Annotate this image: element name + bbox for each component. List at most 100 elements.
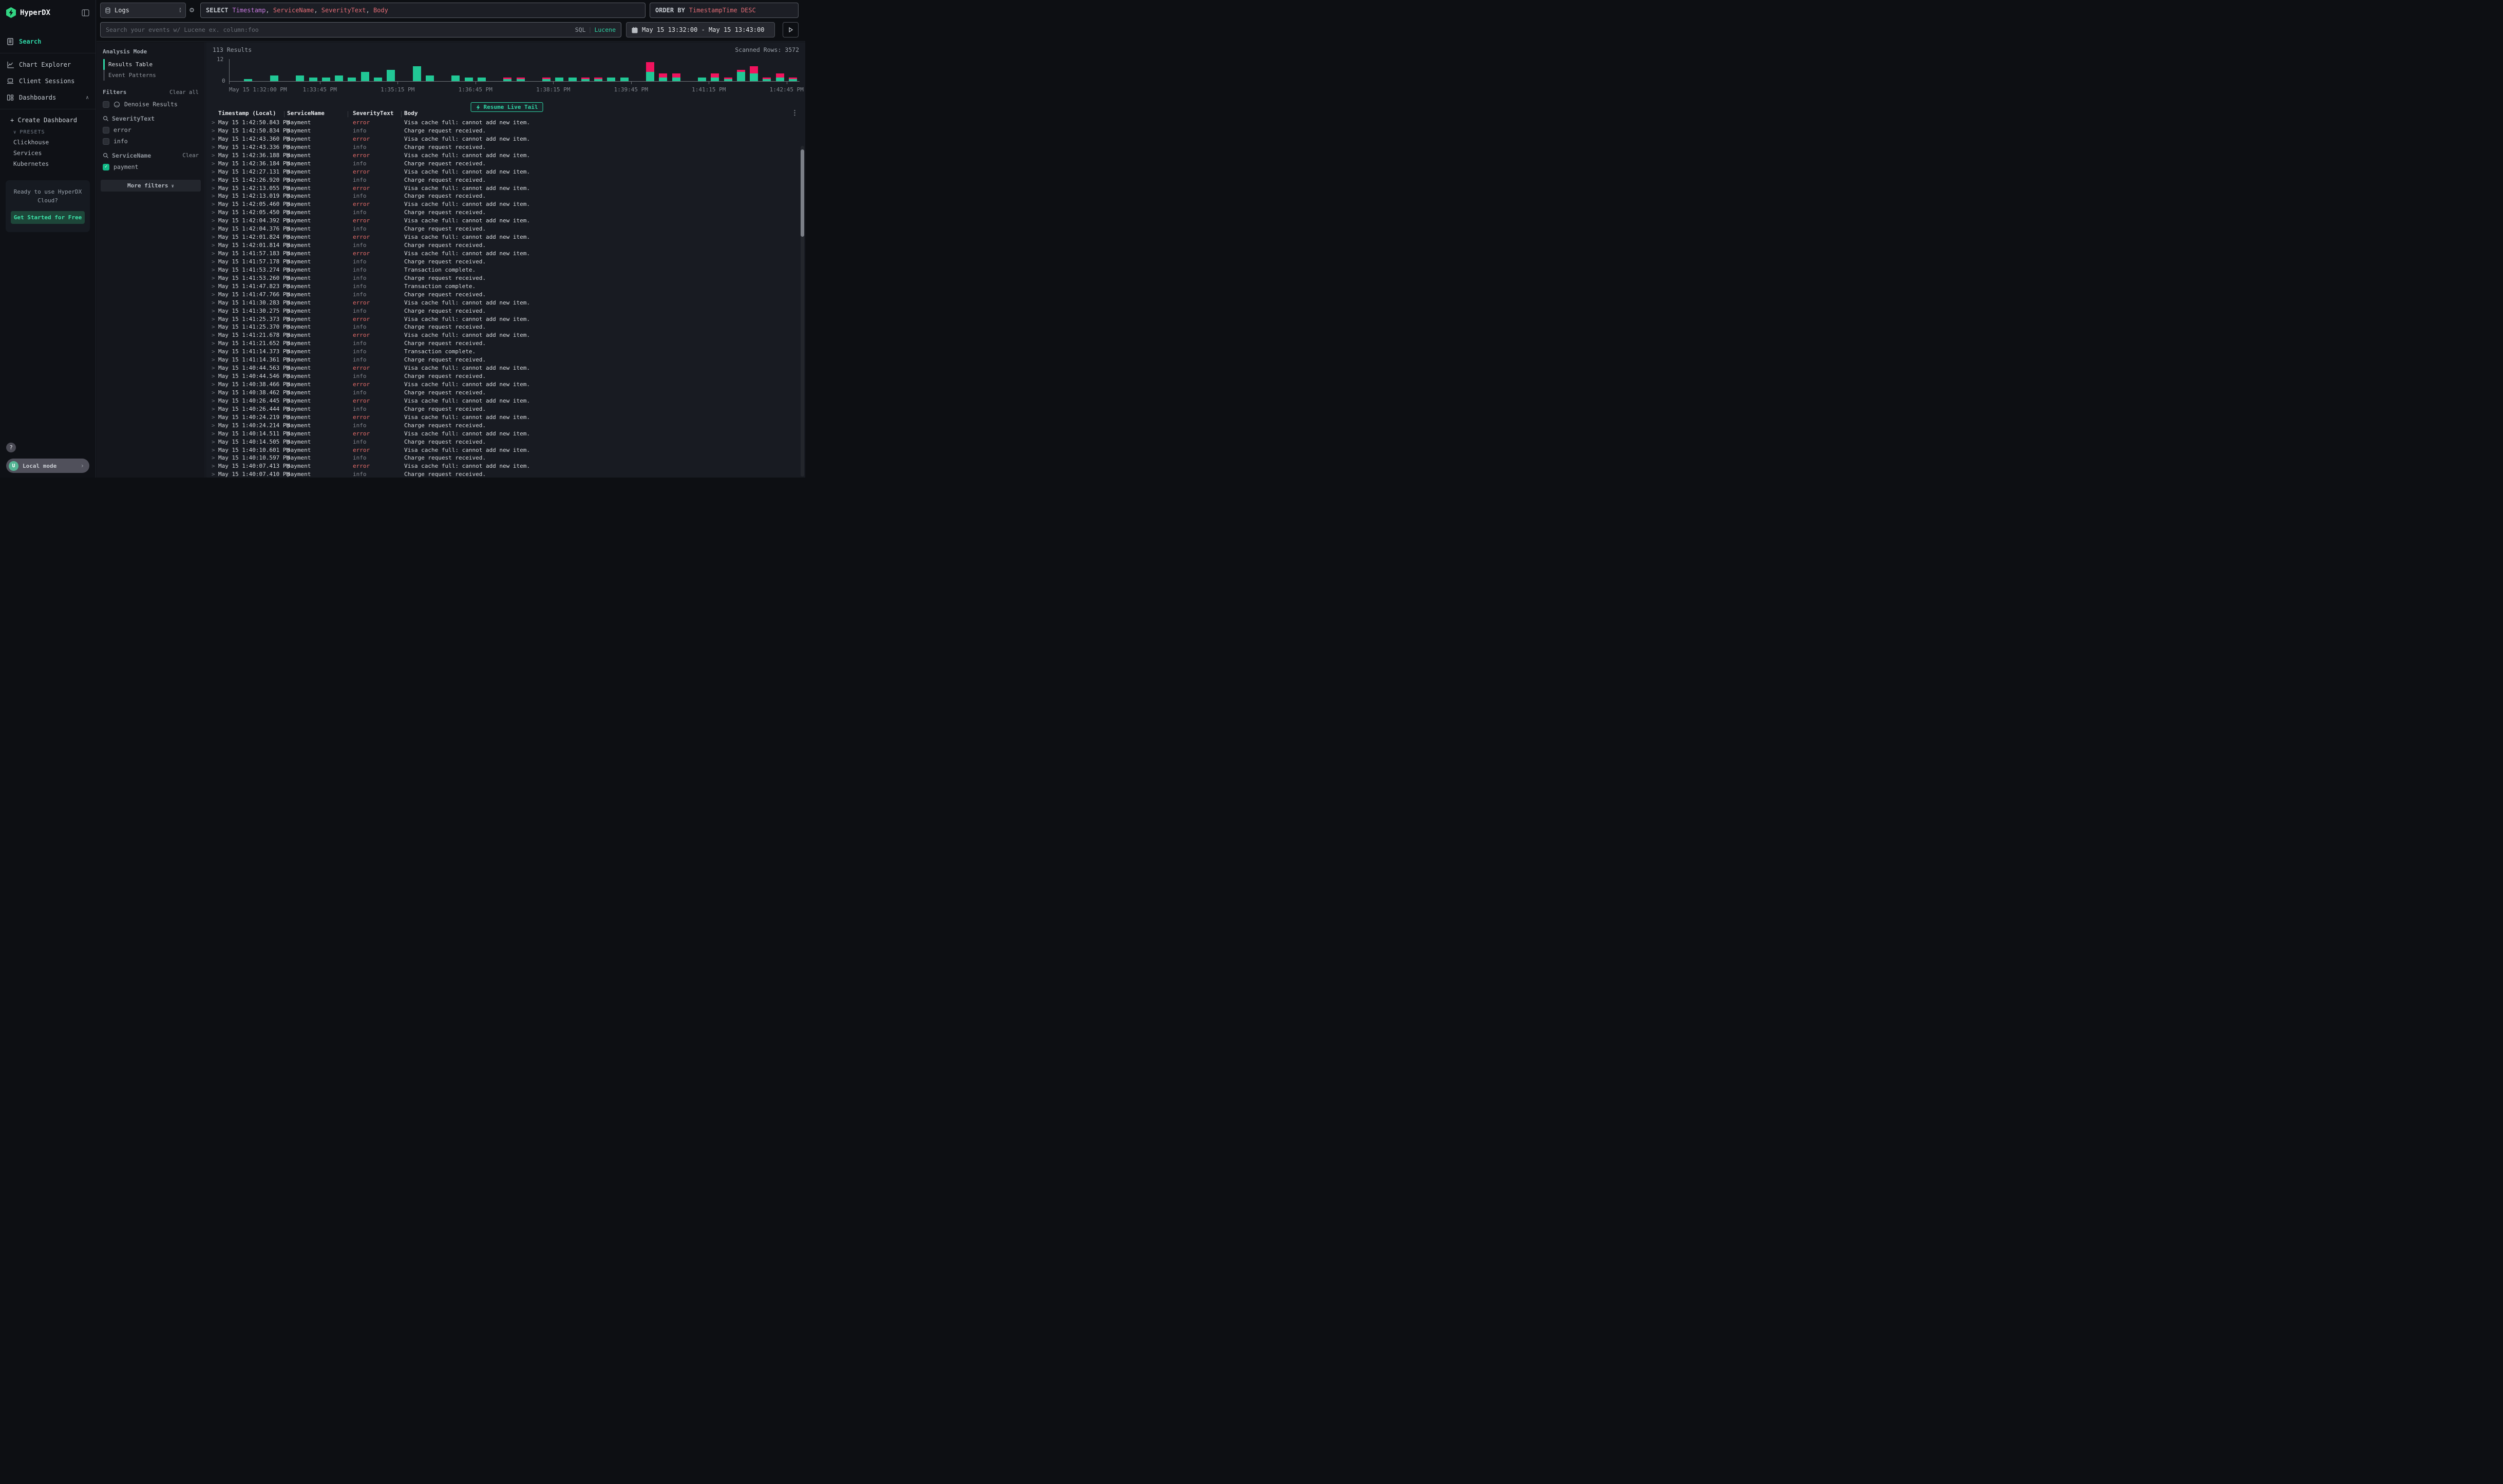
preset-item-clickhouse[interactable]: Clickhouse <box>0 137 96 147</box>
run-query-button[interactable] <box>783 22 799 37</box>
table-row[interactable]: >May 15 1:40:26.445 PMpaymenterrorVisa c… <box>206 397 799 405</box>
histogram-bar-ok[interactable] <box>296 75 304 81</box>
table-row[interactable]: >May 15 1:41:25.373 PMpaymenterrorVisa c… <box>206 315 799 324</box>
table-row[interactable]: >May 15 1:40:38.462 PMpaymentinfoCharge … <box>206 389 799 397</box>
table-row[interactable]: >May 15 1:42:05.460 PMpaymenterrorVisa c… <box>206 200 799 208</box>
table-row[interactable]: >May 15 1:42:36.188 PMpaymenterrorVisa c… <box>206 151 799 160</box>
table-row[interactable]: >May 15 1:40:24.219 PMpaymenterrorVisa c… <box>206 413 799 422</box>
table-row[interactable]: >May 15 1:42:36.184 PMpaymentinfoCharge … <box>206 160 799 168</box>
histogram-bar-ok[interactable] <box>581 79 590 81</box>
histogram-bar-ok[interactable] <box>555 78 563 81</box>
histogram-bar-error[interactable] <box>750 66 758 74</box>
filter-option-info[interactable]: info <box>100 136 201 147</box>
histogram-bar-ok[interactable] <box>724 79 732 81</box>
table-row[interactable]: >May 15 1:42:50.834 PMpaymentinfoCharge … <box>206 127 799 135</box>
help-button[interactable]: ? <box>6 443 16 452</box>
table-row[interactable]: >May 15 1:42:01.824 PMpaymenterrorVisa c… <box>206 233 799 241</box>
lang-sql-toggle[interactable]: SQL <box>575 26 586 33</box>
scrollbar-thumb[interactable] <box>801 149 804 237</box>
table-row[interactable]: >May 15 1:40:14.511 PMpaymenterrorVisa c… <box>206 430 799 438</box>
select-query-input[interactable]: SELECT Timestamp, ServiceName, SeverityT… <box>200 3 646 18</box>
histogram-bar-ok[interactable] <box>763 79 771 81</box>
histogram-bar-ok[interactable] <box>361 72 369 81</box>
table-row[interactable]: >May 15 1:41:57.178 PMpaymentinfoCharge … <box>206 258 799 266</box>
table-row[interactable]: >May 15 1:42:43.360 PMpaymenterrorVisa c… <box>206 135 799 143</box>
clear-service-filter-button[interactable]: Clear <box>182 153 199 159</box>
table-row[interactable]: >May 15 1:40:10.601 PMpaymenterrorVisa c… <box>206 446 799 454</box>
histogram-bar-error[interactable] <box>581 78 590 80</box>
table-row[interactable]: >May 15 1:40:44.546 PMpaymentinfoCharge … <box>206 372 799 380</box>
histogram-bar-ok[interactable] <box>270 75 278 81</box>
histogram-bar-ok[interactable] <box>465 78 473 81</box>
histogram-bar-ok[interactable] <box>322 78 330 81</box>
histogram-bar-ok[interactable] <box>711 78 719 81</box>
histogram-bar-error[interactable] <box>517 78 525 80</box>
table-row[interactable]: >May 15 1:42:26.920 PMpaymentinfoCharge … <box>206 176 799 184</box>
results-histogram[interactable]: 12 0 May 15 1:32:00 PM1:33:45 PM1:35:15 … <box>229 59 800 82</box>
preset-item-kubernetes[interactable]: Kubernetes <box>0 158 96 169</box>
histogram-bar-ok[interactable] <box>607 78 615 81</box>
histogram-bar-ok[interactable] <box>542 79 551 81</box>
table-row[interactable]: >May 15 1:42:04.392 PMpaymenterrorVisa c… <box>206 217 799 225</box>
histogram-bar-ok[interactable] <box>659 78 667 81</box>
date-range-picker[interactable]: May 15 13:32:00 - May 15 13:43:00 <box>626 22 775 37</box>
table-row[interactable]: >May 15 1:41:30.283 PMpaymenterrorVisa c… <box>206 299 799 307</box>
table-menu-icon[interactable]: ⋮ <box>791 109 798 117</box>
column-header-severitytext[interactable]: SeverityText <box>353 110 393 117</box>
presets-toggle[interactable]: ∨PRESETS <box>0 126 96 137</box>
table-row[interactable]: >May 15 1:41:57.183 PMpaymenterrorVisa c… <box>206 250 799 258</box>
histogram-bar-ok[interactable] <box>244 79 252 81</box>
table-row[interactable]: >May 15 1:41:53.260 PMpaymentinfoCharge … <box>206 274 799 282</box>
denoise-checkbox-row[interactable]: Denoise Results <box>100 99 201 110</box>
histogram-bar-ok[interactable] <box>776 78 784 81</box>
histogram-bar-ok[interactable] <box>309 78 317 81</box>
histogram-bar-ok[interactable] <box>737 72 745 81</box>
sidebar-item-dashboards[interactable]: Dashboards ∧ <box>0 89 96 106</box>
local-mode-button[interactable]: U Local mode › <box>6 459 89 473</box>
clear-all-button[interactable]: Clear all <box>169 89 199 96</box>
histogram-bar-ok[interactable] <box>789 79 797 81</box>
column-header-timestamp[interactable]: Timestamp (Local) <box>218 110 276 117</box>
histogram-bar-error[interactable] <box>646 62 654 71</box>
histogram-bar-ok[interactable] <box>698 78 706 81</box>
table-row[interactable]: >May 15 1:41:47.823 PMpaymentinfoTransac… <box>206 282 799 291</box>
histogram-bar-error[interactable] <box>724 78 732 80</box>
order-by-input[interactable]: ORDER BY TimestampTime DESC <box>650 3 799 18</box>
table-row[interactable]: >May 15 1:40:38.466 PMpaymenterrorVisa c… <box>206 380 799 389</box>
filter-option-error[interactable]: error <box>100 124 201 136</box>
table-row[interactable]: >May 15 1:42:27.131 PMpaymenterrorVisa c… <box>206 168 799 176</box>
lang-lucene-toggle[interactable]: Lucene <box>594 26 616 33</box>
histogram-bar-ok[interactable] <box>413 66 421 81</box>
table-row[interactable]: >May 15 1:40:07.410 PMpaymentinfoCharge … <box>206 470 799 478</box>
table-row[interactable]: >May 15 1:41:47.766 PMpaymentinfoCharge … <box>206 291 799 299</box>
histogram-bar-error[interactable] <box>594 78 602 80</box>
histogram-bar-ok[interactable] <box>451 75 460 81</box>
histogram-bar-ok[interactable] <box>426 75 434 81</box>
table-row[interactable]: >May 15 1:41:14.361 PMpaymentinfoCharge … <box>206 356 799 364</box>
histogram-bar-ok[interactable] <box>335 75 343 81</box>
table-row[interactable]: >May 15 1:42:13.019 PMpaymentinfoCharge … <box>206 192 799 200</box>
mode-results-table[interactable]: Results Table <box>100 59 201 70</box>
histogram-bar-ok[interactable] <box>594 79 602 81</box>
histogram-bar-ok[interactable] <box>646 72 654 81</box>
histogram-bar-ok[interactable] <box>374 78 382 81</box>
vertical-scrollbar[interactable] <box>801 146 804 477</box>
histogram-bar-ok[interactable] <box>672 78 680 81</box>
table-row[interactable]: >May 15 1:40:26.444 PMpaymentinfoCharge … <box>206 405 799 413</box>
table-row[interactable]: >May 15 1:41:25.370 PMpaymentinfoCharge … <box>206 323 799 331</box>
denoise-checkbox[interactable] <box>103 101 109 108</box>
column-resize-handle[interactable] <box>401 111 402 117</box>
more-filters-button[interactable]: More filters∨ <box>101 180 201 192</box>
table-row[interactable]: >May 15 1:42:13.055 PMpaymenterrorVisa c… <box>206 184 799 193</box>
source-select[interactable]: Logs ∧∨ <box>100 3 186 18</box>
mode-event-patterns[interactable]: Event Patterns <box>100 70 201 81</box>
table-row[interactable]: >May 15 1:41:21.652 PMpaymentinfoCharge … <box>206 339 799 348</box>
histogram-bar-ok[interactable] <box>750 73 758 81</box>
histogram-bar-error[interactable] <box>672 73 680 77</box>
histogram-bar-error[interactable] <box>776 73 784 77</box>
histogram-bar-ok[interactable] <box>387 70 395 81</box>
preset-item-services[interactable]: Services <box>0 147 96 158</box>
histogram-bar-ok[interactable] <box>568 78 577 81</box>
column-header-body[interactable]: Body <box>404 110 418 117</box>
filter-option-payment[interactable]: ✓ payment <box>100 161 201 173</box>
